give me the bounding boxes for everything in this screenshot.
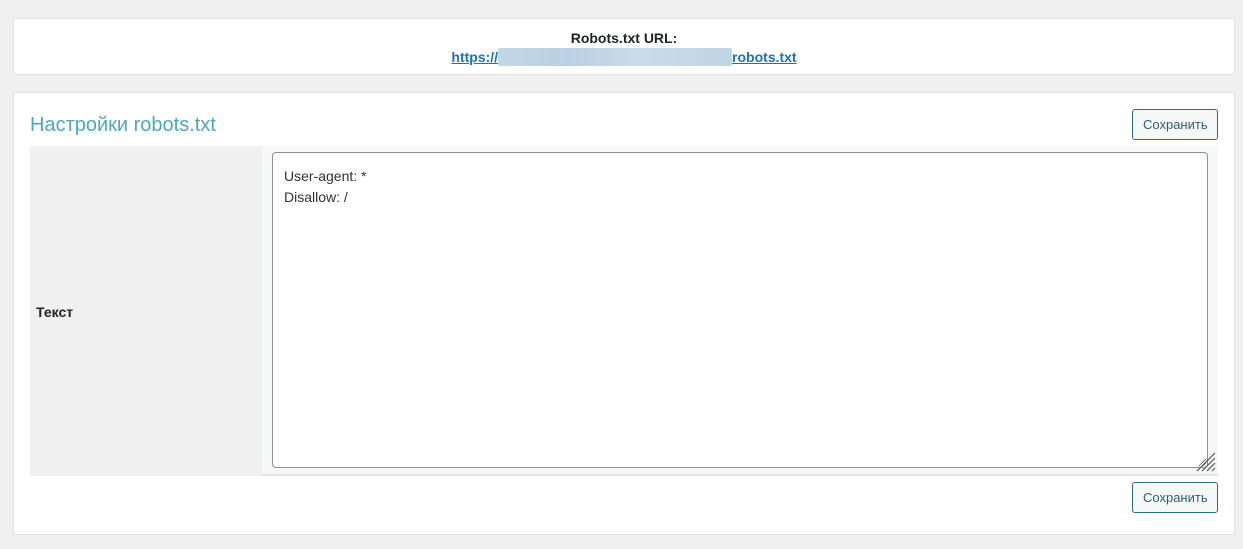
robots-settings-panel: Настройки robots.txt Сохранить Текст Use… bbox=[13, 92, 1235, 535]
robots-url-label: Robots.txt URL: bbox=[570, 30, 678, 46]
settings-title: Настройки robots.txt bbox=[30, 114, 216, 136]
save-button-bottom[interactable]: Сохранить bbox=[1132, 482, 1218, 513]
redacted-domain bbox=[498, 48, 733, 66]
robots-url-line: https:// robots.txt bbox=[14, 48, 1234, 66]
robots-url-prefix: https:// bbox=[451, 49, 499, 65]
robots-url-panel: Robots.txt URL: https:// robots.txt bbox=[13, 18, 1235, 75]
text-row-label-cell: Текст bbox=[30, 146, 262, 476]
text-row-label: Текст bbox=[36, 304, 74, 320]
save-button-top[interactable]: Сохранить bbox=[1132, 109, 1218, 140]
robots-url-suffix: robots.txt bbox=[732, 49, 797, 65]
robots-url-link[interactable]: https:// robots.txt bbox=[451, 48, 797, 66]
text-row-field-cell: User-agent: * Disallow: / bbox=[262, 146, 1218, 476]
robots-text-textarea[interactable]: User-agent: * Disallow: / bbox=[272, 152, 1208, 468]
resize-handle-icon[interactable] bbox=[1194, 450, 1216, 472]
